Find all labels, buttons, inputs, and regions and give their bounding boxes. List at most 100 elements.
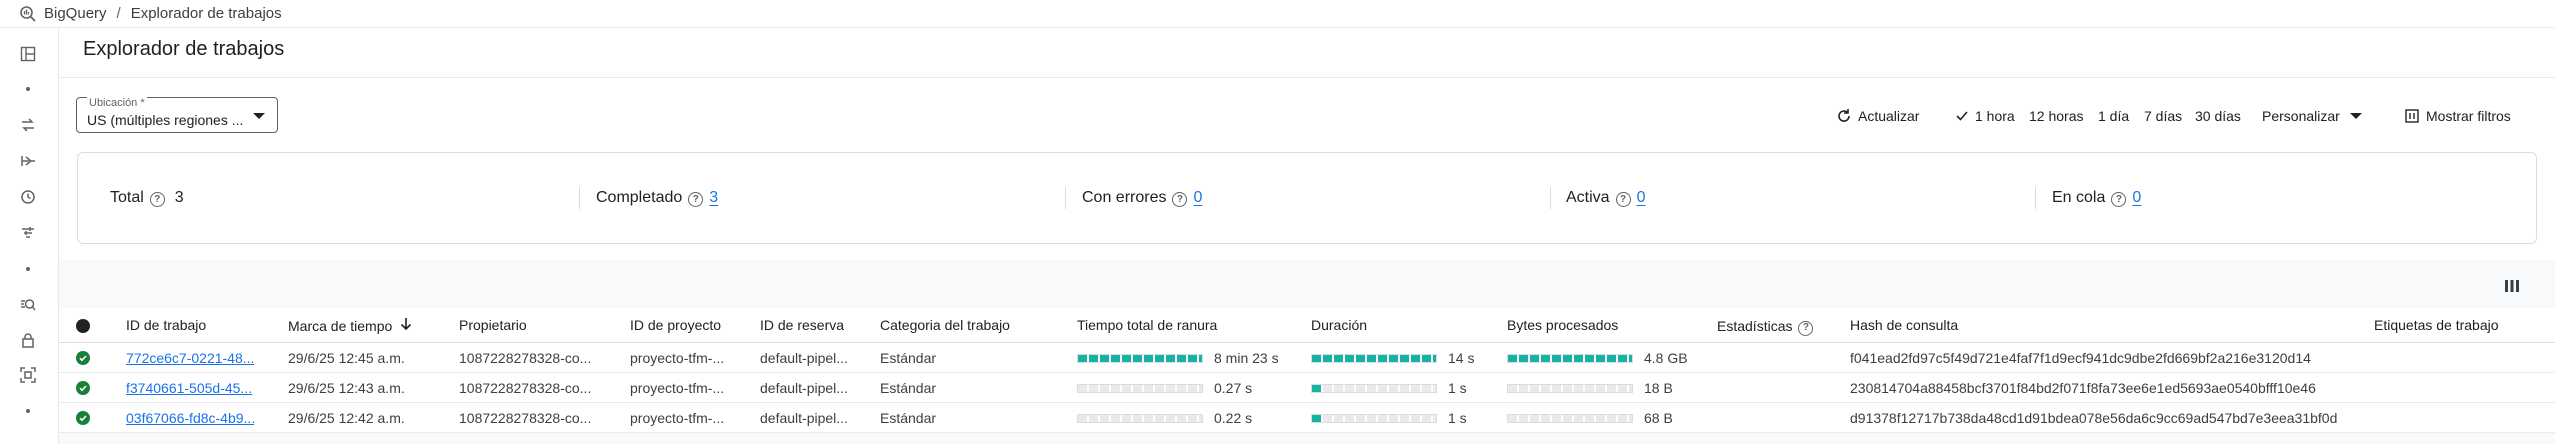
dot-icon[interactable] [16, 399, 40, 423]
job-id-link[interactable]: 03f67066-fd8c-4b9... [126, 410, 254, 426]
job-id-link[interactable]: f3740661-505d-45... [126, 380, 254, 396]
col-project[interactable]: ID de proyecto [630, 317, 721, 333]
stat-divider [2035, 187, 2036, 209]
cell-slot-time: 0.27 s [1214, 380, 1253, 396]
cell-timestamp: 29/6/25 12:43 a.m. [288, 380, 405, 396]
col-reservation[interactable]: ID de reserva [760, 317, 844, 333]
dot-icon[interactable] [16, 257, 40, 281]
lock-icon[interactable] [16, 328, 40, 352]
col-labels[interactable]: Etiquetas de trabajo [2374, 317, 2499, 333]
chevron-down-icon [2349, 113, 2362, 119]
cell-bytes: 68 B [1644, 410, 1673, 426]
col-category[interactable]: Categoria del trabajo [880, 317, 1010, 333]
stat-active-label: Activa [1566, 189, 1610, 206]
stat-errors-count[interactable]: 0 [1193, 189, 1202, 207]
stat-total-label: Total [110, 189, 144, 206]
stat-queued-count[interactable]: 0 [2132, 189, 2141, 207]
help-icon[interactable]: ? [149, 189, 165, 208]
panel-icon[interactable] [16, 42, 40, 66]
range-30-days[interactable]: 30 días [2195, 104, 2241, 128]
cell-hash: 230814704a88458bcf3701f84bd2f071f8fa73ee… [1850, 380, 2316, 396]
transfer-icon[interactable] [16, 113, 40, 137]
col-duration[interactable]: Duración [1311, 317, 1367, 333]
help-icon[interactable]: ? [1615, 189, 1631, 208]
range-7-days[interactable]: 7 días [2144, 104, 2182, 128]
refresh-button[interactable]: Actualizar [1836, 104, 1919, 128]
location-select[interactable]: Ubicación * US (múltiples regiones ... [76, 97, 278, 133]
table-row[interactable]: 03f67066-fd8c-4b9... 29/6/25 12:42 a.m. 10… [59, 403, 2555, 433]
duration-bar-fill [1312, 385, 1322, 392]
col-bytes[interactable]: Bytes procesados [1507, 317, 1618, 333]
cell-reservation: default-pipel... [760, 350, 848, 366]
cell-duration: 1 s [1448, 410, 1467, 426]
cell-slot-time: 8 min 23 s [1214, 350, 1279, 366]
range-1-hour[interactable]: 1 hora [1955, 104, 2015, 128]
stat-errors: Con errores ? 0 [1082, 153, 1202, 243]
cell-timestamp: 29/6/25 12:42 a.m. [288, 410, 405, 426]
help-icon[interactable]: ? [1172, 189, 1188, 208]
duration-bar [1311, 414, 1437, 423]
col-slot-time[interactable]: Tiempo total de ranura [1077, 317, 1217, 333]
page-title: Explorador de trabajos [83, 38, 285, 60]
stat-completed-count[interactable]: 3 [709, 189, 718, 207]
range-1-hour-label: 1 hora [1975, 108, 2015, 124]
help-icon[interactable]: ? [1798, 317, 1814, 336]
dot-icon[interactable] [16, 77, 40, 101]
range-1-day[interactable]: 1 día [2098, 104, 2129, 128]
search-analyze-icon[interactable] [16, 292, 40, 316]
range-12-hours[interactable]: 12 horas [2029, 104, 2083, 128]
custom-range-dropdown[interactable]: Personalizar [2262, 104, 2362, 128]
col-owner[interactable]: Propietario [459, 317, 527, 333]
success-check-icon [76, 411, 90, 425]
bytes-bar [1507, 384, 1633, 393]
duration-bar [1311, 354, 1437, 363]
bigquery-logo-icon [18, 4, 38, 24]
col-timestamp-label: Marca de tiempo [288, 317, 393, 334]
cell-hash: f041ead2fd97c5f49d721e4faf7f1d9ecf941dc9… [1850, 350, 2311, 366]
table-row[interactable]: 772ce6c7-0221-48... 29/6/25 12:45 a.m. 108… [59, 343, 2555, 373]
pipeline-icon[interactable] [16, 149, 40, 173]
bytes-bar [1507, 414, 1633, 423]
col-stats[interactable]: Estadísticas ? [1717, 317, 1814, 336]
table-row[interactable]: f3740661-505d-45... 29/6/25 12:43 a.m. 108… [59, 373, 2555, 403]
success-check-icon [76, 351, 90, 365]
stat-divider [1065, 187, 1066, 209]
stat-total: Total ? 3 [110, 153, 184, 243]
col-job-id[interactable]: ID de trabajo [126, 317, 206, 333]
location-label: Ubicación * [87, 97, 147, 109]
check-icon [1955, 109, 1969, 123]
help-icon[interactable]: ? [2111, 189, 2127, 208]
show-filters-label: Mostrar filtros [2426, 108, 2511, 124]
focus-icon[interactable] [16, 363, 40, 387]
success-check-icon [76, 381, 90, 395]
stat-active: Activa ? 0 [1566, 153, 1645, 243]
stat-errors-label: Con errores [1082, 189, 1167, 206]
jobs-table: ID de trabajo Marca de tiempo Propietari… [59, 308, 2555, 433]
cell-category: Estándar [880, 350, 937, 366]
refresh-label: Actualizar [1858, 108, 1920, 124]
cell-project: proyecto-tfm-... [630, 350, 725, 366]
top-bar: BigQuery / Explorador de trabajos [0, 0, 2555, 28]
cell-bytes: 4.8 GB [1644, 350, 1688, 366]
header-divider [59, 77, 2555, 78]
column-display-icon[interactable] [2503, 277, 2521, 295]
stat-completed-label: Completado [596, 189, 683, 206]
show-filters-button[interactable]: Mostrar filtros [2405, 104, 2511, 128]
help-icon[interactable]: ? [688, 189, 704, 208]
table-body: 772ce6c7-0221-48... 29/6/25 12:45 a.m. 108… [59, 343, 2555, 433]
cell-project: proyecto-tfm-... [630, 380, 725, 396]
stat-active-count[interactable]: 0 [1637, 189, 1646, 207]
cell-owner: 1087228278328-co... [459, 410, 592, 426]
col-hash[interactable]: Hash de consulta [1850, 317, 1958, 333]
cell-timestamp: 29/6/25 12:45 a.m. [288, 350, 405, 366]
cell-slot-time: 0.22 s [1214, 410, 1253, 426]
filter-list-icon[interactable] [16, 221, 40, 245]
duration-bar-fill [1312, 415, 1322, 422]
history-icon[interactable] [16, 185, 40, 209]
table-header-row: ID de trabajo Marca de tiempo Propietari… [59, 308, 2555, 343]
cell-project: proyecto-tfm-... [630, 410, 725, 426]
col-timestamp[interactable]: Marca de tiempo [288, 317, 412, 334]
stat-completed: Completado ? 3 [596, 153, 718, 243]
job-id-link[interactable]: 772ce6c7-0221-48... [126, 350, 254, 366]
breadcrumb-app-link[interactable]: BigQuery [44, 5, 107, 22]
